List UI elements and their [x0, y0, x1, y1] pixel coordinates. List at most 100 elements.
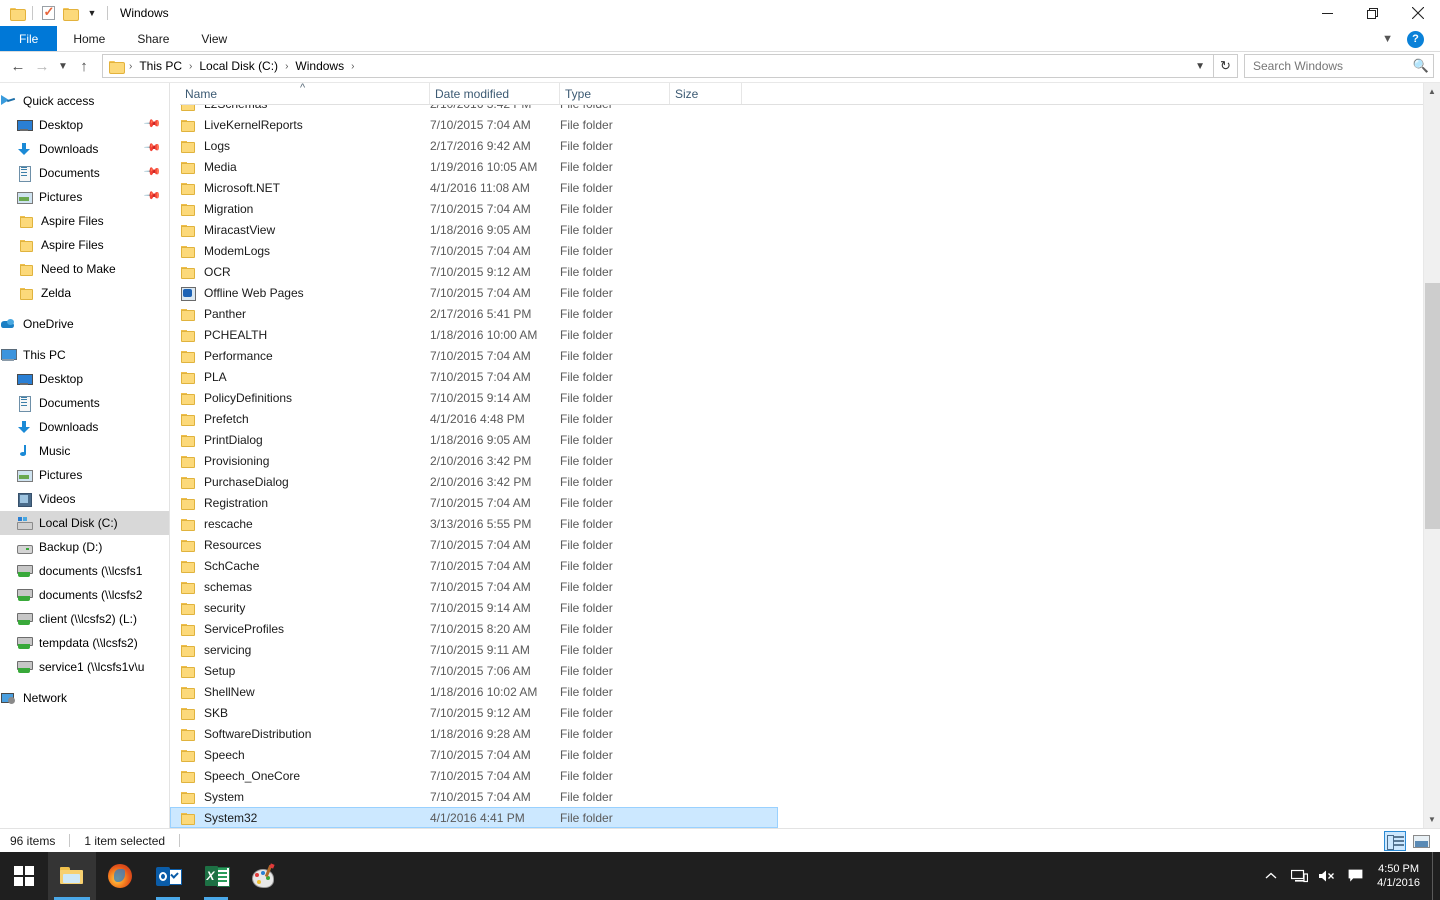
table-row[interactable]: PCHEALTH 1/18/2016 10:00 AM File folder — [170, 324, 1440, 345]
sidebar-item-tempdata[interactable]: tempdata (\\lcsfs2) — [0, 631, 169, 655]
sidebar-item-desktop[interactable]: Desktop — [0, 367, 169, 391]
table-row[interactable]: OCR 7/10/2015 9:12 AM File folder — [170, 261, 1440, 282]
taskbar-outlook[interactable] — [144, 852, 192, 900]
back-button[interactable]: ← — [6, 54, 30, 78]
close-button[interactable] — [1395, 0, 1440, 26]
table-row[interactable]: L2Schemas 2/10/2016 3:42 PMFile folder — [170, 105, 1440, 114]
new-folder-icon[interactable] — [59, 2, 81, 24]
sidebar-item-documents[interactable]: Documents — [0, 391, 169, 415]
tab-view[interactable]: View — [185, 26, 243, 51]
table-row[interactable]: Setup 7/10/2015 7:06 AM File folder — [170, 660, 1440, 681]
scroll-down-caret-down-icon[interactable]: ▼ — [1424, 811, 1440, 828]
sidebar-item-pictures-qa[interactable]: Pictures 📌 — [0, 185, 169, 209]
address-bar[interactable]: › This PC › Local Disk (C:) › Windows › … — [102, 54, 1214, 78]
address-dropdown-chevron-down-icon[interactable]: ▼ — [1189, 61, 1211, 72]
breadcrumb-separator-3[interactable]: › — [348, 61, 357, 72]
table-row[interactable]: Microsoft.NET 4/1/2016 11:08 AM File folde… — [170, 177, 1440, 198]
breadcrumb-windows[interactable]: Windows — [291, 57, 348, 75]
table-row[interactable]: System32 4/1/2016 4:41 PM File folder — [170, 807, 778, 828]
sidebar-item-documents-lcsfs1[interactable]: documents (\\lcsfs1 — [0, 559, 169, 583]
column-header-type[interactable]: Type — [560, 83, 670, 104]
sidebar-item-videos[interactable]: Videos — [0, 487, 169, 511]
table-row[interactable]: Registration 7/10/2015 7:04 AM File folder — [170, 492, 1440, 513]
help-button[interactable]: ? — [1407, 30, 1424, 48]
up-button[interactable]: ↑ — [72, 54, 96, 78]
table-row[interactable]: ServiceProfiles 7/10/2015 8:20 AM File fol… — [170, 618, 1440, 639]
sidebar-group-quick-access[interactable]: Quick access — [0, 89, 169, 113]
search-box[interactable]: 🔍 — [1244, 54, 1434, 78]
table-row[interactable]: Speech_OneCore 7/10/2015 7:04 AM File fold… — [170, 765, 1440, 786]
sidebar-item-downloads-qa[interactable]: Downloads 📌 — [0, 137, 169, 161]
pin-icon[interactable]: 📌 — [144, 137, 167, 160]
table-row[interactable]: Speech 7/10/2015 7:04 AM File folder — [170, 744, 1440, 765]
sidebar-item-local-disk-c[interactable]: Local Disk (C:) — [0, 511, 169, 535]
taskbar-paint[interactable] — [240, 852, 288, 900]
show-desktop-button[interactable] — [1432, 852, 1440, 900]
details-view-button[interactable] — [1384, 831, 1406, 851]
scrollbar-thumb[interactable] — [1425, 283, 1440, 529]
start-button[interactable] — [0, 852, 48, 900]
table-row[interactable]: Prefetch 4/1/2016 4:48 PM File folder — [170, 408, 1440, 429]
table-row[interactable]: schemas 7/10/2015 7:04 AM File folder — [170, 576, 1440, 597]
chevron-down-icon[interactable]: ▼ — [1376, 33, 1399, 45]
sidebar-group-this-pc[interactable]: This PC — [0, 343, 169, 367]
sidebar-item-desktop-qa[interactable]: Desktop 📌 — [0, 113, 169, 137]
speaker-muted-icon[interactable] — [1313, 852, 1341, 900]
table-row[interactable]: ModemLogs 7/10/2015 7:04 AM File folder — [170, 240, 1440, 261]
sidebar-item-backup-d[interactable]: Backup (D:) — [0, 535, 169, 559]
table-row[interactable]: Logs 2/17/2016 9:42 AM File folder — [170, 135, 1440, 156]
tab-file[interactable]: File — [0, 26, 58, 51]
sidebar-item-downloads[interactable]: Downloads — [0, 415, 169, 439]
column-header-date-modified[interactable]: Date modified — [430, 83, 560, 104]
table-row[interactable]: Performance 7/10/2015 7:04 AM File folder — [170, 345, 1440, 366]
table-row[interactable]: PolicyDefinitions 7/10/2015 9:14 AM File f… — [170, 387, 1440, 408]
sidebar-item-service1[interactable]: service1 (\\lcsfs1v\u — [0, 655, 169, 679]
sidebar-item-aspire-files-1[interactable]: Aspire Files — [0, 209, 169, 233]
minimize-button[interactable] — [1305, 0, 1350, 26]
sidebar-group-onedrive[interactable]: OneDrive — [0, 312, 169, 336]
sidebar-item-pictures[interactable]: Pictures — [0, 463, 169, 487]
recent-locations-chevron-down-icon[interactable]: ▼ — [54, 54, 72, 78]
table-row[interactable]: security 7/10/2015 9:14 AM File folder — [170, 597, 1440, 618]
table-row[interactable]: SKB 7/10/2015 9:12 AM File folder — [170, 702, 1440, 723]
breadcrumb-this-pc[interactable]: This PC — [135, 57, 186, 75]
tab-home[interactable]: Home — [57, 26, 121, 51]
table-row[interactable]: ShellNew 1/18/2016 10:02 AM File folder — [170, 681, 1440, 702]
search-input[interactable] — [1253, 59, 1413, 73]
table-row[interactable]: PrintDialog 1/18/2016 9:05 AM File folder — [170, 429, 1440, 450]
pin-icon[interactable]: 📌 — [144, 161, 167, 184]
table-row[interactable]: Provisioning 2/10/2016 3:42 PM File folder — [170, 450, 1440, 471]
table-row[interactable]: SchCache 7/10/2015 7:04 AM File folder — [170, 555, 1440, 576]
chevron-down-icon[interactable]: ▼ — [81, 2, 103, 24]
sidebar-item-zelda[interactable]: Zelda — [0, 281, 169, 305]
refresh-icon[interactable]: ↻ — [1214, 54, 1238, 78]
table-row[interactable]: Resources 7/10/2015 7:04 AM File folder — [170, 534, 1440, 555]
sidebar-item-documents-qa[interactable]: Documents 📌 — [0, 161, 169, 185]
sidebar-group-network[interactable]: Network — [0, 686, 169, 710]
taskbar-clock[interactable]: 4:50 PM 4/1/2016 — [1369, 852, 1432, 900]
pin-icon[interactable]: 📌 — [144, 185, 167, 208]
breadcrumb-local-disk[interactable]: Local Disk (C:) — [195, 57, 282, 75]
large-icons-view-button[interactable] — [1410, 831, 1432, 851]
forward-button[interactable]: → — [30, 54, 54, 78]
taskbar-file-explorer[interactable] — [48, 852, 96, 900]
table-row[interactable]: System 7/10/2015 7:04 AM File folder — [170, 786, 1440, 807]
show-hidden-icons-chevron-up-icon[interactable] — [1257, 852, 1285, 900]
table-row[interactable]: MiracastView 1/18/2016 9:05 AM File folder — [170, 219, 1440, 240]
table-row[interactable]: LiveKernelReports 7/10/2015 7:04 AM File f… — [170, 114, 1440, 135]
tab-share[interactable]: Share — [121, 26, 185, 51]
table-row[interactable]: servicing 7/10/2015 9:11 AM File folder — [170, 639, 1440, 660]
table-row[interactable]: rescache 3/13/2016 5:55 PM File folder — [170, 513, 1440, 534]
maximize-button[interactable] — [1350, 0, 1395, 26]
sidebar-item-need-to-make[interactable]: Need to Make — [0, 257, 169, 281]
table-row[interactable]: Media 1/19/2016 10:05 AM File folder — [170, 156, 1440, 177]
taskbar-firefox[interactable] — [96, 852, 144, 900]
sidebar-item-client-l[interactable]: client (\\lcsfs2) (L:) — [0, 607, 169, 631]
sidebar-item-music[interactable]: Music — [0, 439, 169, 463]
qat-folder-icon[interactable] — [6, 2, 28, 24]
taskbar-excel[interactable]: X — [192, 852, 240, 900]
table-row[interactable]: SoftwareDistribution 1/18/2016 9:28 AM Fil… — [170, 723, 1440, 744]
search-icon[interactable]: 🔍 — [1413, 58, 1429, 74]
table-row[interactable]: PurchaseDialog 2/10/2016 3:42 PM File fold… — [170, 471, 1440, 492]
sidebar-item-aspire-files-2[interactable]: Aspire Files — [0, 233, 169, 257]
